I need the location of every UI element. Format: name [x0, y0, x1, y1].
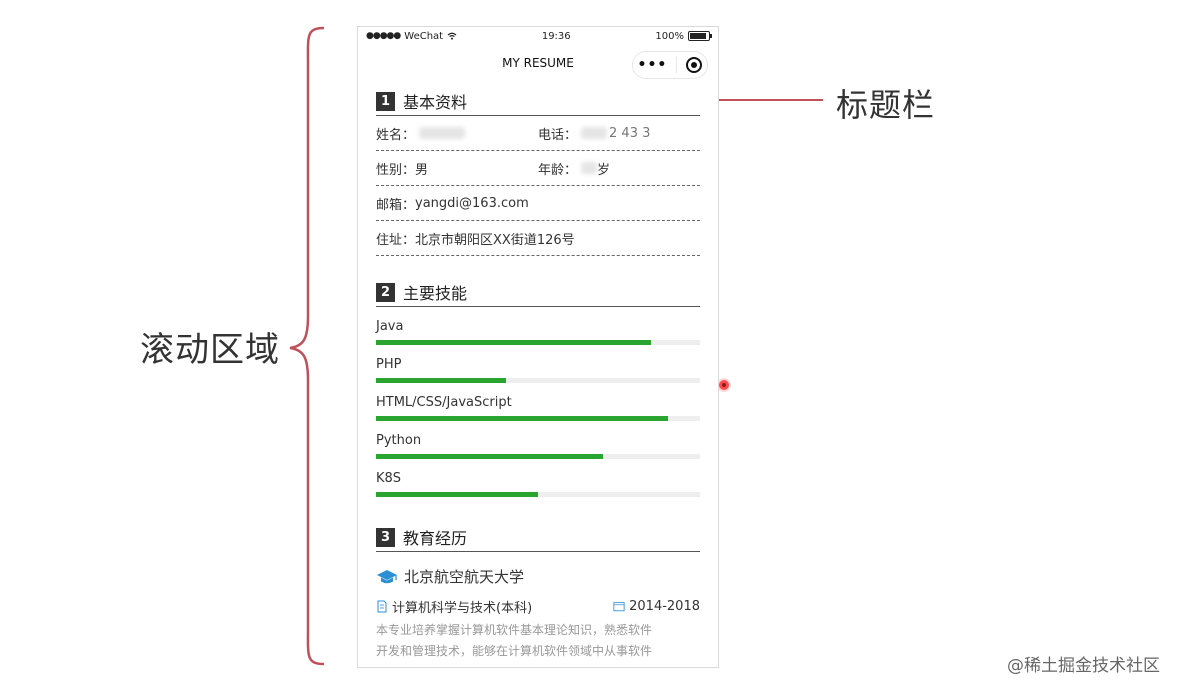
- phone-blurred: [581, 127, 608, 139]
- carrier-name: WeChat: [404, 30, 444, 42]
- skills-list: Java PHP HTML/CSS/JavaScript Python K8S: [376, 319, 700, 497]
- skill-bar-fill: [376, 454, 603, 459]
- skill-bar-track: [376, 378, 700, 383]
- name-label: 姓名：: [376, 127, 416, 143]
- age-blurred: [581, 162, 598, 174]
- title-bar: MY RESUME •••: [358, 45, 718, 81]
- school-row: 北京航空航天大学: [376, 566, 700, 587]
- phone-label: 电话：: [538, 127, 578, 143]
- age-fragment: 岁: [597, 162, 611, 178]
- skill-item: PHP: [376, 357, 700, 383]
- section-header-skills: 2 主要技能: [376, 278, 700, 307]
- skill-bar-fill: [376, 416, 668, 421]
- email-value: yangdi@163.com: [415, 195, 529, 211]
- education-period: 2014-2018: [629, 599, 700, 614]
- major-row: 计算机科学与技术(本科) 2014-2018: [376, 597, 700, 616]
- section-number: 3: [376, 527, 395, 547]
- skill-item: Python: [376, 433, 700, 459]
- skill-bar-fill: [376, 340, 652, 345]
- scroll-content[interactable]: 1 基本资料 姓名： 电话： 2 43 3 性别： 男 年龄： 岁 邮箱： ya…: [358, 87, 718, 662]
- scroll-area-label: 滚动区域: [140, 330, 280, 370]
- section-title: 主要技能: [403, 284, 468, 303]
- section-title: 教育经历: [403, 529, 468, 548]
- skill-bar-track: [376, 492, 700, 497]
- age-label: 年龄：: [538, 162, 578, 178]
- wifi-icon: [447, 32, 457, 40]
- watermark: @稀土掘金技术社区: [1007, 656, 1160, 676]
- skill-name: Python: [376, 433, 422, 448]
- skill-bar-fill: [376, 378, 506, 383]
- section-header-education: 3 教育经历: [376, 523, 700, 552]
- phone-fragment: 2 43 3: [609, 125, 651, 141]
- gender-label: 性别：: [376, 162, 416, 178]
- page-title: MY RESUME: [502, 56, 574, 70]
- skill-bar-track: [376, 340, 700, 345]
- battery-icon: [687, 31, 712, 41]
- section-title: 基本资料: [403, 93, 468, 112]
- skill-item: HTML/CSS/JavaScript: [376, 395, 700, 421]
- calendar-icon: [613, 602, 625, 612]
- education-description: 本专业培养掌握计算机软件基本理论知识，熟悉软件 开发和管理技术，能够在计算机软件…: [376, 620, 700, 662]
- info-row-email: 邮箱： yangdi@163.com: [376, 186, 700, 221]
- battery-percent: 100%: [655, 30, 684, 42]
- scroll-area-brace: [289, 26, 325, 666]
- capsule-divider: [676, 57, 678, 73]
- major-name: 计算机科学与技术(本科): [392, 601, 533, 616]
- name-blurred: [419, 127, 466, 139]
- email-label: 邮箱：: [376, 197, 416, 213]
- address-value: 北京市朝阳区XX街道126号: [415, 232, 575, 248]
- info-row-address: 住址： 北京市朝阳区XX街道126号: [376, 221, 700, 256]
- section-header-basic: 1 基本资料: [376, 87, 700, 116]
- school-name: 北京航空航天大学: [404, 568, 525, 586]
- skill-name: K8S: [376, 471, 402, 486]
- section-number: 2: [376, 282, 395, 302]
- skill-item: Java: [376, 319, 700, 345]
- phone-screen: ●●●●● WeChat 19:36 100% MY RESUME ••• 1 …: [357, 26, 719, 668]
- gender-value: 男: [415, 162, 429, 178]
- skill-name: PHP: [376, 357, 402, 372]
- document-icon: [377, 600, 387, 613]
- skill-item: K8S: [376, 471, 700, 497]
- close-mini-program-icon[interactable]: [686, 57, 703, 73]
- skill-name: HTML/CSS/JavaScript: [376, 395, 512, 410]
- cursor-dot: [719, 380, 729, 390]
- skill-bar-fill: [376, 492, 538, 497]
- status-bar: ●●●●● WeChat 19:36 100%: [358, 27, 718, 45]
- graduation-cap-icon: [377, 569, 397, 583]
- skill-name: Java: [376, 319, 404, 334]
- info-row-name-phone: 姓名： 电话： 2 43 3: [376, 116, 700, 151]
- more-icon[interactable]: •••: [638, 58, 668, 72]
- signal-icon: ●●●●●: [366, 31, 401, 41]
- description-line: 开发和管理技术，能够在计算机软件领域中从事软件: [376, 644, 653, 658]
- status-time: 19:36: [541, 30, 571, 42]
- section-number: 1: [376, 91, 395, 111]
- info-row-gender-age: 性别： 男 年龄： 岁: [376, 151, 700, 186]
- skill-bar-track: [376, 454, 700, 459]
- capsule-menu: •••: [632, 51, 708, 79]
- description-line: 本专业培养掌握计算机软件基本理论知识，熟悉软件: [376, 623, 653, 637]
- title-bar-label: 标题栏: [836, 86, 936, 124]
- address-label: 住址：: [376, 232, 416, 248]
- skill-bar-track: [376, 416, 700, 421]
